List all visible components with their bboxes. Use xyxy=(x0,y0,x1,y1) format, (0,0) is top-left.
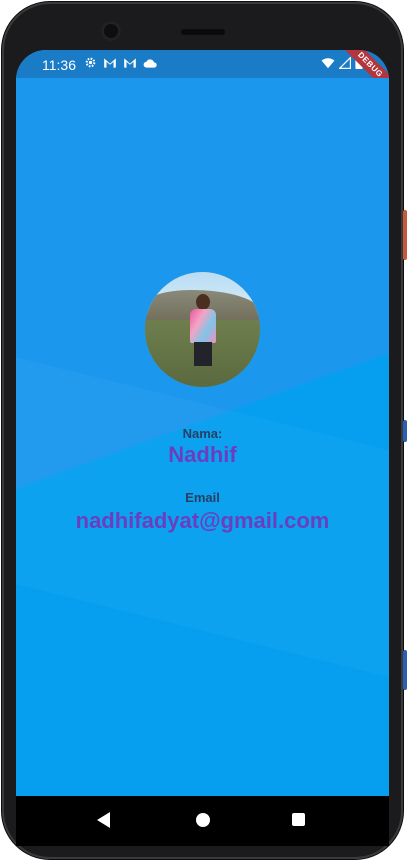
wifi-icon xyxy=(321,57,335,72)
gear-icon xyxy=(84,56,97,72)
recents-icon[interactable] xyxy=(292,813,305,826)
profile-avatar xyxy=(145,272,260,387)
back-icon[interactable] xyxy=(97,812,110,828)
earpiece-speaker xyxy=(181,29,225,35)
home-icon[interactable] xyxy=(196,813,210,827)
name-label: Nama: xyxy=(182,426,223,441)
avatar-person-legs xyxy=(194,342,212,366)
name-value: Nadhif xyxy=(168,442,237,467)
side-strip-orange xyxy=(403,210,407,260)
gmail-icon xyxy=(103,57,117,72)
navigation-bar xyxy=(16,796,389,846)
screen: 11:36 DEBUG Nama: Nadhif Email nadhifady… xyxy=(16,50,389,846)
side-strip-blue-2 xyxy=(403,650,407,690)
status-time: 11:36 xyxy=(42,57,76,73)
side-strip-blue-1 xyxy=(403,420,407,442)
avatar-person-head xyxy=(196,294,210,310)
email-value: nadhifadyat@gmail.com xyxy=(75,508,330,533)
status-icons-left xyxy=(84,56,157,72)
device-frame: 11:36 DEBUG Nama: Nadhif Email nadhifady… xyxy=(0,0,407,863)
profile-page: Nama: Nadhif Email nadhifadyat@gmail.com xyxy=(16,78,389,796)
cloud-icon xyxy=(143,57,157,72)
email-label: Email xyxy=(185,490,220,505)
avatar-person-body xyxy=(190,309,216,343)
signal-icon xyxy=(338,55,351,72)
status-bar: 11:36 DEBUG xyxy=(16,50,389,102)
front-camera xyxy=(101,21,121,41)
gmail-icon xyxy=(123,57,137,72)
